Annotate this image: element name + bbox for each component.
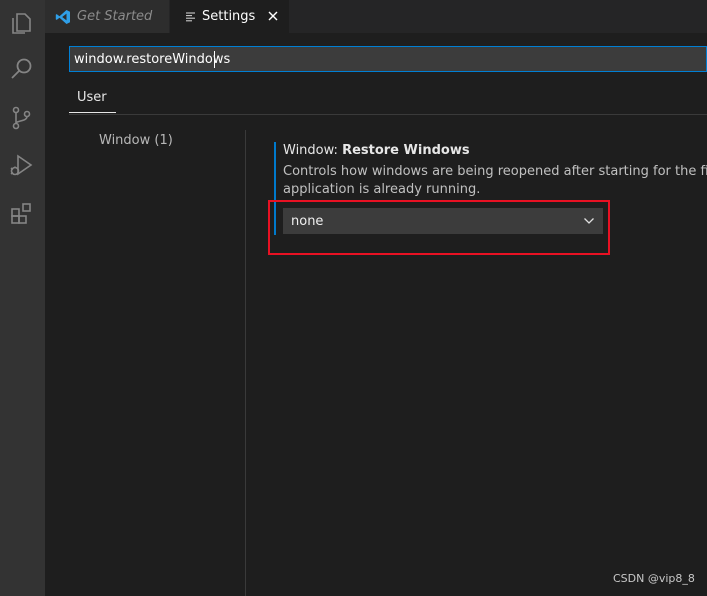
tab-label: Get Started xyxy=(77,9,153,24)
close-icon[interactable] xyxy=(265,8,281,24)
divider xyxy=(245,130,246,596)
setting-description-line: Controls how windows are being reopened … xyxy=(283,164,707,179)
tab-settings[interactable]: Settings xyxy=(170,0,289,33)
run-debug-icon[interactable] xyxy=(8,151,36,179)
setting-description: Controls how windows are being reopened … xyxy=(283,163,707,199)
setting-focus-indicator xyxy=(274,142,276,235)
activity-bar xyxy=(0,0,45,596)
toc-item-window[interactable]: Window (1) xyxy=(99,133,173,148)
text-caret xyxy=(214,51,215,68)
editor-tab-bar: Get Started Settings xyxy=(45,0,707,33)
active-tab-indicator xyxy=(69,112,116,113)
tab-label: Settings xyxy=(202,9,256,24)
watermark: CSDN @vip8_8 xyxy=(613,572,695,585)
source-control-icon[interactable] xyxy=(8,104,36,132)
setting-title: Window: Restore Windows xyxy=(283,143,470,158)
dropdown-selected-value: none xyxy=(291,213,324,229)
setting-category: Window: xyxy=(283,143,343,158)
setting-description-line: application is already running. xyxy=(283,182,481,197)
setting-name: Restore Windows xyxy=(342,143,470,158)
settings-lines-icon xyxy=(186,11,196,22)
chevron-down-icon xyxy=(583,215,595,227)
settings-search-input[interactable] xyxy=(70,47,706,71)
tab-user-settings[interactable]: User xyxy=(77,90,107,105)
settings-search-box xyxy=(69,46,707,72)
extensions-icon[interactable] xyxy=(8,199,36,227)
tab-get-started[interactable]: Get Started xyxy=(45,0,169,33)
explorer-icon[interactable] xyxy=(8,8,36,36)
search-icon[interactable] xyxy=(8,55,36,83)
divider xyxy=(69,114,707,115)
vscode-logo-icon xyxy=(55,9,71,25)
restore-windows-dropdown[interactable]: none xyxy=(283,208,603,234)
